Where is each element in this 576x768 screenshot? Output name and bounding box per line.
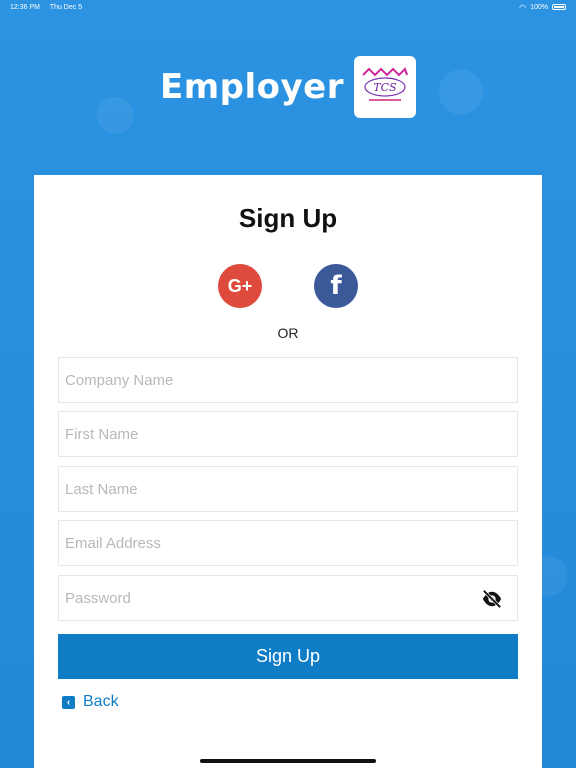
chevron-left-icon: ‹ — [62, 695, 75, 709]
social-login-group: G+ f — [34, 264, 542, 308]
password-field — [58, 575, 518, 621]
battery-percent: 100% — [530, 3, 548, 11]
or-divider: OR — [277, 325, 299, 341]
status-right: ◠ 100% — [519, 3, 566, 12]
back-link[interactable]: ‹ Back — [62, 693, 119, 711]
company-name-field — [58, 357, 518, 403]
last-name-input[interactable] — [59, 467, 517, 511]
email-field — [58, 520, 518, 566]
page-title: Sign Up — [238, 203, 338, 233]
first-name-input[interactable] — [59, 412, 517, 456]
wifi-icon: ◠ — [519, 2, 527, 12]
status-bar: 12:36 PM Thu Dec 5 ◠ 100% — [0, 0, 576, 14]
google-login-button[interactable]: G+ — [218, 264, 262, 308]
tcs-logo-icon: TCS — [362, 67, 408, 101]
header: Employer TCS — [0, 56, 576, 118]
first-name-field — [58, 411, 518, 457]
logo-text: TCS — [373, 81, 397, 94]
eye-off-icon[interactable] — [481, 589, 503, 609]
signup-card: Sign Up G+ f OR Sign Up ‹ Back — [34, 175, 542, 768]
home-indicator — [200, 759, 376, 763]
battery-icon — [552, 4, 566, 10]
back-label: Back — [83, 693, 119, 710]
google-plus-icon: G+ — [227, 275, 253, 296]
status-left: 12:36 PM Thu Dec 5 — [10, 4, 90, 11]
company-logo: TCS — [354, 56, 416, 118]
password-input[interactable] — [59, 576, 517, 620]
company-name-input[interactable] — [59, 358, 517, 402]
brand-title: Employer — [160, 67, 344, 107]
facebook-icon: f — [330, 271, 342, 301]
facebook-login-button[interactable]: f — [314, 264, 358, 308]
last-name-field — [58, 466, 518, 512]
sign-up-button[interactable]: Sign Up — [58, 634, 518, 679]
status-time: 12:36 PM — [10, 3, 40, 11]
email-input[interactable] — [59, 521, 517, 565]
status-date: Thu Dec 5 — [49, 3, 83, 11]
